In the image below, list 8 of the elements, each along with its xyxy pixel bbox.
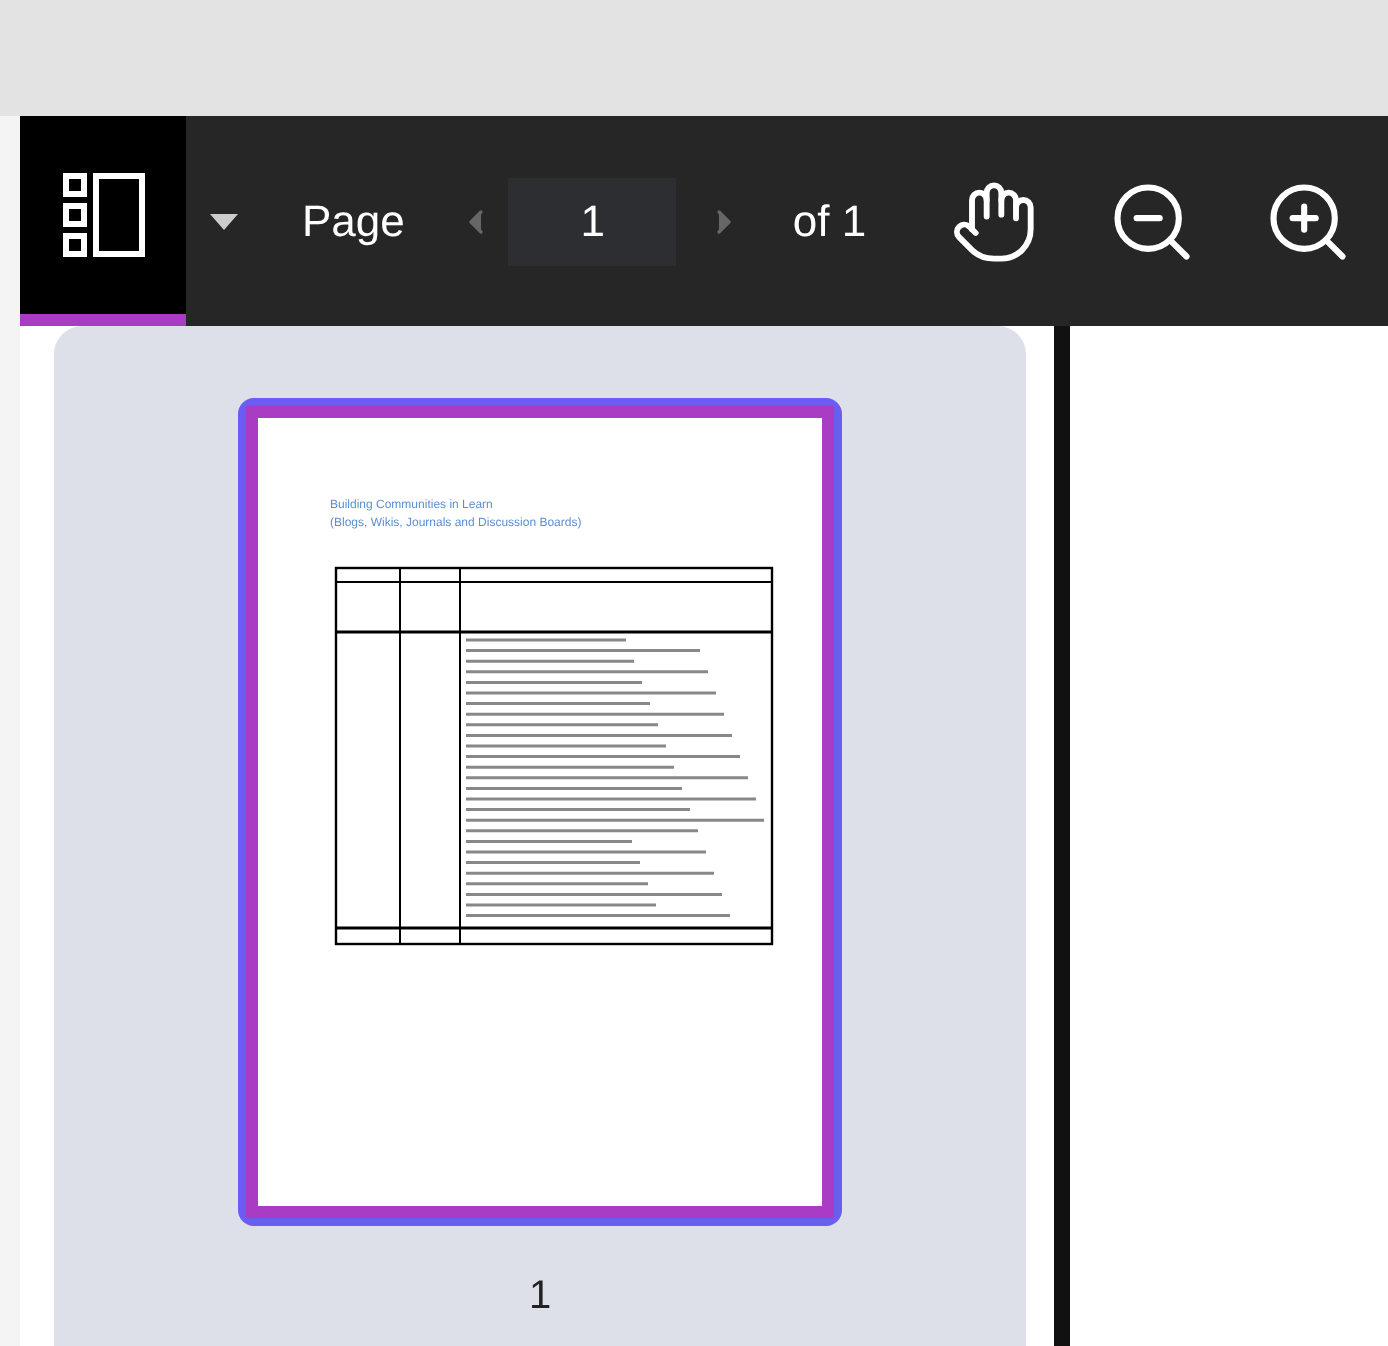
page-number-field[interactable]: 1: [508, 177, 677, 265]
page-total: of 1: [792, 194, 867, 250]
page-label: Page: [302, 194, 405, 250]
sidebar-toggle[interactable]: [20, 116, 186, 326]
hand-icon[interactable]: [950, 177, 1039, 265]
caret-icon[interactable]: [210, 213, 238, 229]
sidebar-icon: [61, 171, 145, 259]
page-number: 1: [528, 1272, 552, 1322]
